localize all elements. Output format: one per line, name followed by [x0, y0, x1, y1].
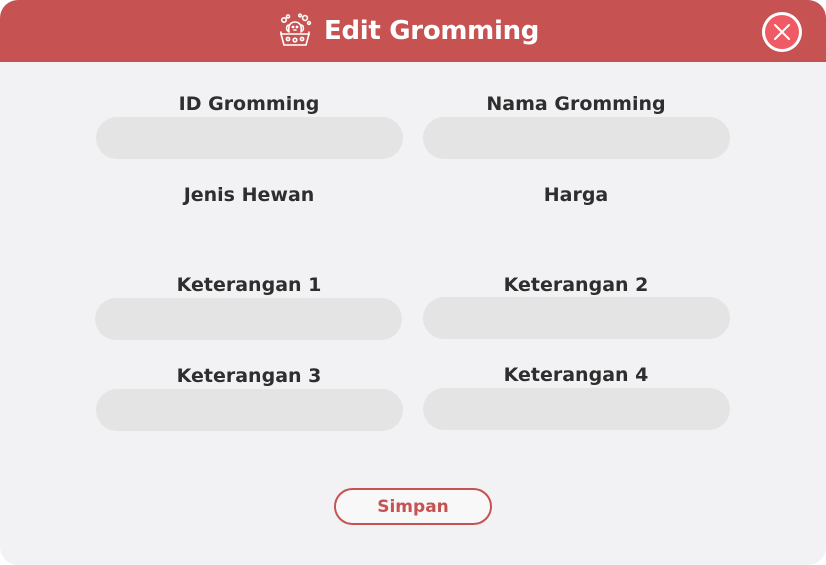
save-button[interactable]: Simpan [334, 488, 492, 525]
nama-gromming-input[interactable] [423, 117, 730, 159]
id-gromming-input[interactable] [96, 117, 403, 159]
label-id-gromming: ID Gromming [178, 93, 320, 115]
label-keterangan-4: Keterangan 4 [503, 364, 649, 386]
keterangan-4-input[interactable] [423, 388, 730, 430]
keterangan-3-input[interactable] [96, 389, 403, 431]
label-keterangan-1: Keterangan 1 [176, 274, 322, 296]
dialog-title: Edit Gromming [324, 16, 540, 46]
close-icon [774, 24, 790, 40]
edit-gromming-dialog: Edit Gromming ID Gromming Nama Gromming … [0, 0, 826, 565]
label-keterangan-3: Keterangan 3 [176, 365, 322, 387]
pet-grooming-icon [280, 13, 312, 46]
close-button[interactable] [762, 12, 802, 52]
label-nama-gromming: Nama Gromming [486, 93, 666, 115]
label-keterangan-2: Keterangan 2 [503, 274, 649, 296]
label-jenis-hewan: Jenis Hewan [183, 184, 315, 206]
keterangan-1-input[interactable] [95, 298, 402, 340]
header-title-group: Edit Gromming [276, 11, 539, 51]
label-harga: Harga [543, 184, 609, 206]
dialog-header: Edit Gromming [0, 0, 826, 62]
close-button-circle [765, 15, 799, 49]
keterangan-2-input[interactable] [423, 297, 730, 339]
